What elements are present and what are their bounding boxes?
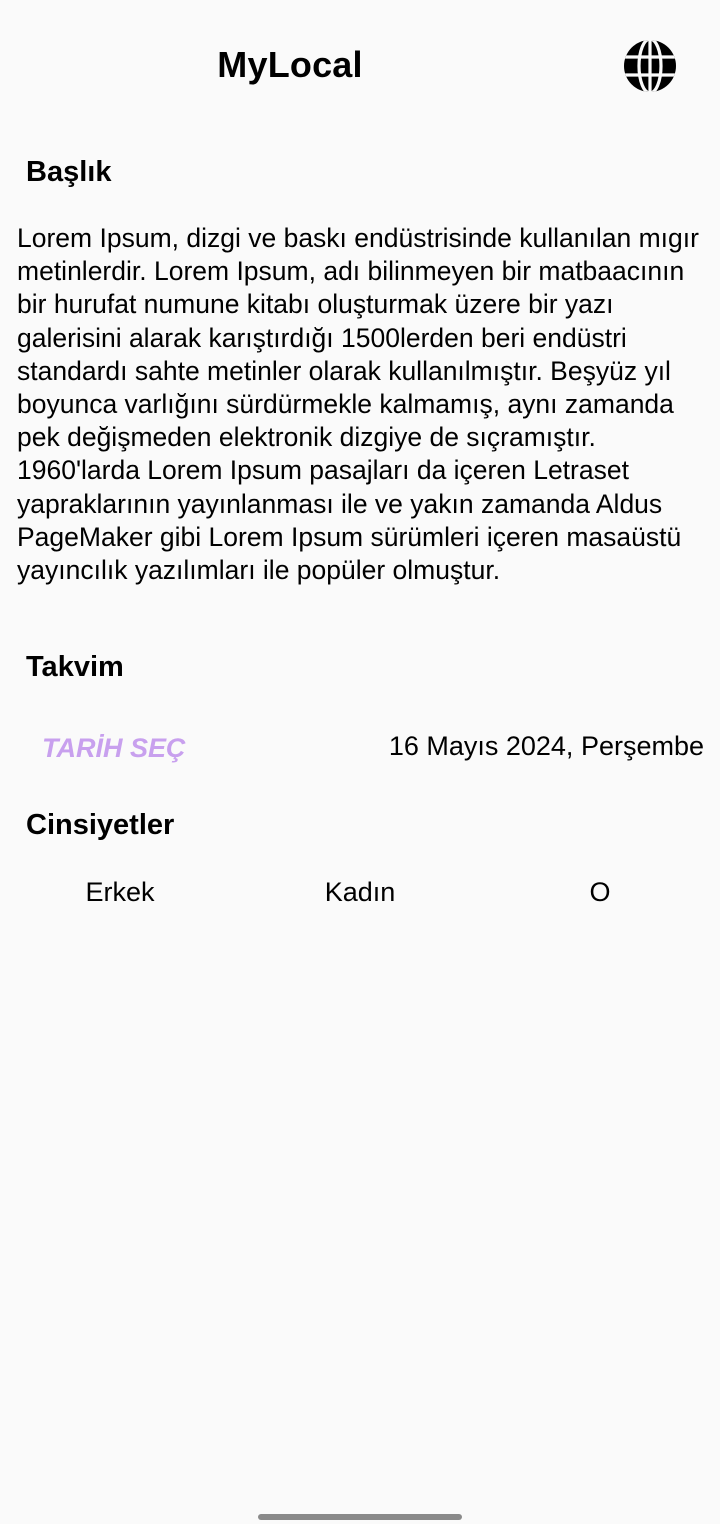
title-heading: Başlık	[26, 156, 112, 188]
gender-options: Erkek Kadın O	[0, 864, 720, 920]
gender-option-other[interactable]: O	[480, 864, 720, 920]
calendar-heading: Takvim	[26, 651, 124, 683]
app-title: MyLocal	[217, 44, 363, 85]
gender-option-male[interactable]: Erkek	[0, 864, 240, 920]
gender-option-female[interactable]: Kadın	[240, 864, 480, 920]
home-indicator[interactable]	[258, 1514, 462, 1520]
pick-date-button[interactable]: TARİH SEÇ	[30, 722, 198, 774]
globe-icon	[624, 40, 676, 92]
app-bar: MyLocal	[0, 0, 720, 130]
genders-heading: Cinsiyetler	[26, 809, 175, 841]
selected-date: 16 Mayıs 2024, Perşembe	[388, 731, 704, 761]
language-button[interactable]	[616, 32, 684, 100]
body-text: Lorem Ipsum, dizgi ve baskı endüstrisind…	[17, 223, 699, 586]
date-row: TARİH SEÇ 16 Mayıs 2024, Perşembe	[0, 714, 720, 782]
